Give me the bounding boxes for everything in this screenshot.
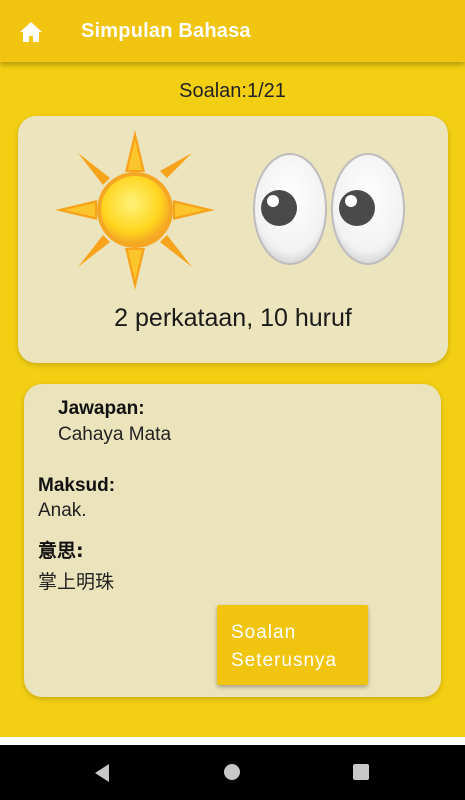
question-counter: Soalan:1/21 bbox=[179, 80, 286, 102]
answer-value: Cahaya Mata bbox=[58, 424, 172, 445]
recent-apps-icon[interactable] bbox=[353, 764, 369, 780]
back-icon[interactable] bbox=[93, 763, 111, 783]
sun-icon bbox=[55, 130, 215, 290]
answer-label: Jawapan: bbox=[58, 398, 145, 419]
home-circle-icon[interactable] bbox=[224, 764, 240, 780]
home-button[interactable] bbox=[16, 17, 46, 47]
app-title: Simpulan Bahasa bbox=[81, 20, 251, 42]
app-bar: Simpulan Bahasa bbox=[0, 0, 465, 62]
chinese-meaning-label: 意思: bbox=[38, 540, 84, 562]
home-icon bbox=[20, 22, 42, 42]
eyes-icon bbox=[253, 153, 405, 265]
next-button-line2: Seterusnya bbox=[231, 650, 338, 671]
question-hint: 2 perkataan, 10 huruf bbox=[114, 304, 352, 332]
next-question-button[interactable]: Soalan Seterusnya bbox=[217, 605, 368, 685]
meaning-label: Maksud: bbox=[38, 475, 116, 496]
chinese-meaning-value: 掌上明珠 bbox=[38, 571, 115, 593]
next-button-line1: Soalan bbox=[231, 622, 297, 643]
bottom-divider bbox=[0, 737, 465, 745]
meaning-value: Anak. bbox=[38, 500, 87, 521]
